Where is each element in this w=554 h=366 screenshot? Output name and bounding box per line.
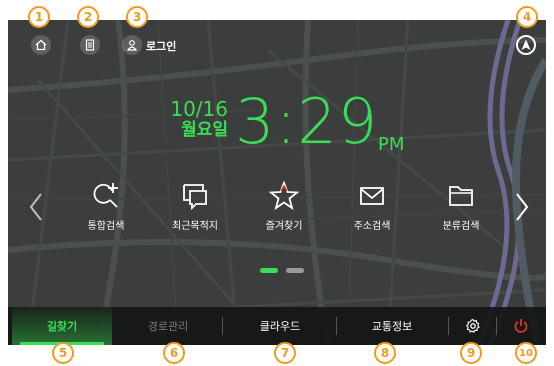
callout-marker-1: 1 xyxy=(28,6,50,28)
previous-page-arrow-icon[interactable] xyxy=(28,192,44,226)
integrated-search-button[interactable]: 통합검색 xyxy=(66,180,146,250)
callout-marker-10: 10 xyxy=(515,342,537,364)
gear-icon xyxy=(465,318,480,333)
compass-icon[interactable] xyxy=(516,35,536,55)
address-search-button[interactable]: 주소검색 xyxy=(332,180,412,250)
tab-label: 클라우드 xyxy=(259,320,301,333)
bottom-bar: 길찾기 경로관리 클라우드 교통정보 xyxy=(8,307,546,345)
menu-item-label: 분류검색 xyxy=(442,221,480,232)
tab-label: 경로관리 xyxy=(147,320,189,333)
menu-item-label: 주소검색 xyxy=(353,221,391,232)
favorites-button[interactable]: 즐겨찾기 xyxy=(244,180,324,250)
menu-item-label: 최근목적지 xyxy=(172,221,218,232)
login-label[interactable]: 로그인 xyxy=(146,38,176,54)
settings-button[interactable] xyxy=(452,307,494,345)
tab-divider xyxy=(336,317,337,335)
power-button[interactable] xyxy=(500,307,542,345)
callout-marker-4: 4 xyxy=(516,6,538,28)
callout-marker-7: 7 xyxy=(274,342,296,364)
envelope-icon xyxy=(360,187,384,205)
search-plus-icon xyxy=(93,183,118,208)
user-icon[interactable] xyxy=(122,35,142,55)
ampm-text: PM xyxy=(378,134,405,155)
home-icon[interactable] xyxy=(31,35,51,55)
page-dot-active[interactable] xyxy=(260,268,278,273)
callout-marker-2: 2 xyxy=(77,6,99,28)
callout-marker-3: 3 xyxy=(126,6,148,28)
tab-divider xyxy=(448,317,449,335)
list-icon[interactable] xyxy=(80,35,100,55)
callout-marker-6: 6 xyxy=(163,342,185,364)
star-icon xyxy=(268,180,300,211)
tab-route-management[interactable]: 경로관리 xyxy=(118,307,218,345)
tab-divider xyxy=(496,317,497,335)
folder-icon xyxy=(449,186,473,206)
tab-cloud[interactable]: 클라우드 xyxy=(228,307,332,345)
date-text: 10/16 xyxy=(170,97,228,121)
menu-item-label: 즐겨찾기 xyxy=(265,221,303,232)
callout-marker-8: 8 xyxy=(374,342,396,364)
tab-find-route[interactable]: 길찾기 xyxy=(12,307,112,345)
next-page-arrow-icon[interactable] xyxy=(514,192,530,226)
recent-destinations-button[interactable]: 최근목적지 xyxy=(155,180,235,250)
tab-label: 교통정보 xyxy=(371,320,413,333)
power-icon xyxy=(514,319,528,333)
navigation-screen: 로그인 10/16 월요일 3:29 PM 통합검색 최근목적지 즐겨찾기 주소… xyxy=(8,20,546,345)
time-text: 3:29 xyxy=(235,85,379,158)
callout-marker-5: 5 xyxy=(52,342,74,364)
weekday-text: 월요일 xyxy=(181,120,228,140)
category-search-button[interactable]: 분류검색 xyxy=(421,180,501,250)
callout-marker-9: 9 xyxy=(460,342,482,364)
recent-destinations-icon xyxy=(183,184,207,211)
page-dot[interactable] xyxy=(286,268,304,273)
tab-divider xyxy=(222,317,223,335)
menu-item-label: 통합검색 xyxy=(87,221,125,232)
tab-label: 길찾기 xyxy=(46,320,78,333)
tab-traffic-info[interactable]: 교통정보 xyxy=(340,307,444,345)
